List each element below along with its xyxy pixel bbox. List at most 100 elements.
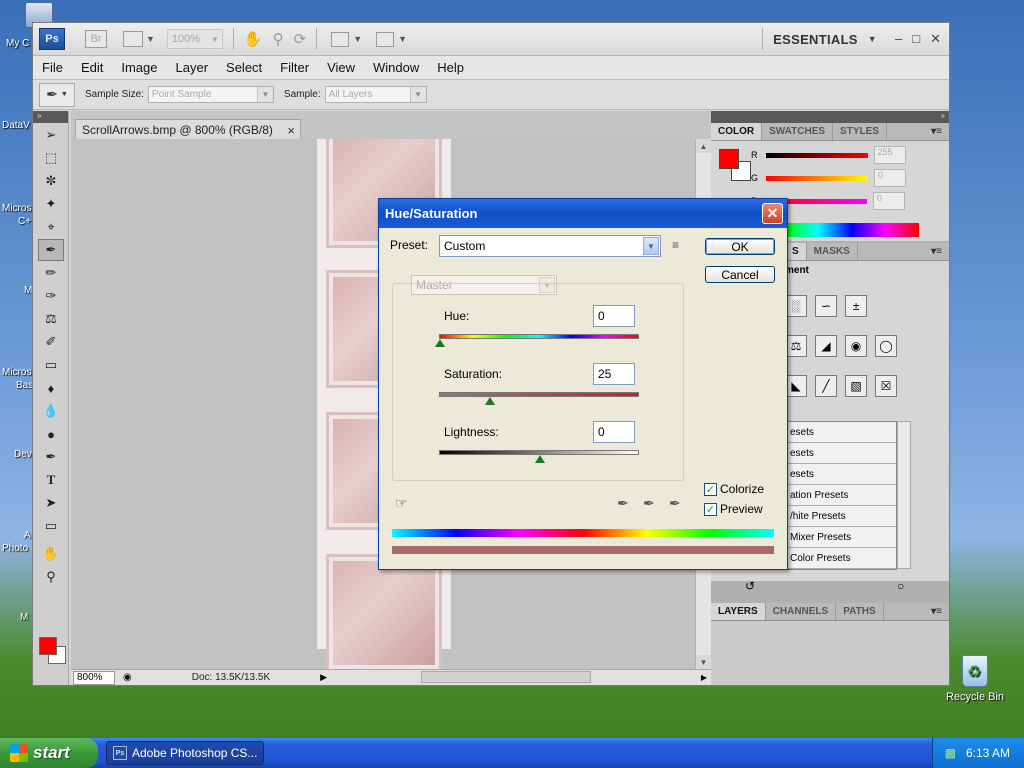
lightness-input[interactable]: 0 [593, 421, 635, 443]
channel-mixer-icon[interactable]: ◯ [875, 335, 897, 357]
sample-select[interactable]: All Layers ▼ [324, 86, 427, 103]
hand-tool[interactable]: ✋ [38, 543, 64, 565]
list-item[interactable]: /hite Presets [786, 506, 896, 527]
screen-mode-button[interactable]: ▼ [376, 28, 407, 50]
minimize-button[interactable]: – [895, 31, 902, 47]
list-item[interactable]: Color Presets [786, 548, 896, 569]
close-icon[interactable]: × [287, 123, 295, 138]
red-slider[interactable] [765, 152, 868, 158]
taskbar-item-photoshop[interactable]: Ps Adobe Photoshop CS... [106, 741, 264, 765]
ok-button[interactable]: OK [705, 238, 775, 255]
healing-tool[interactable]: ✏ [38, 262, 64, 284]
exposure-icon[interactable]: ± [845, 295, 867, 317]
workspace-switcher[interactable]: ESSENTIALS ▼ [752, 28, 877, 50]
tab-swatches[interactable]: SWATCHES [762, 123, 834, 140]
dodge-tool[interactable]: ● [38, 423, 64, 445]
shape-tool[interactable]: ▭ [38, 515, 64, 537]
eyedropper-minus-icon[interactable]: ✒ [669, 495, 681, 512]
view-extras-button[interactable]: ▼ [123, 28, 155, 50]
lasso-tool[interactable]: ✼ [38, 170, 64, 192]
selective-color-icon[interactable]: ☒ [875, 375, 897, 397]
panel-collapse-grip[interactable]: » [33, 111, 68, 123]
brush-tool[interactable]: ✑ [38, 285, 64, 307]
list-item[interactable]: esets [786, 422, 896, 443]
tab-paths[interactable]: PATHS [836, 603, 884, 620]
status-info-icon[interactable]: ◉ [123, 672, 132, 683]
lightness-slider-thumb[interactable] [535, 455, 545, 463]
dialog-title-bar[interactable]: Hue/Saturation ✕ [379, 199, 787, 228]
green-slider[interactable] [766, 175, 869, 181]
return-to-list-icon[interactable]: ↺ [745, 579, 755, 593]
panel-menu-icon[interactable]: ▾≡ [924, 603, 949, 620]
gradient-map-icon[interactable]: ▧ [845, 375, 867, 397]
blur-tool[interactable]: 💧 [38, 400, 64, 422]
menu-image[interactable]: Image [112, 60, 166, 75]
saturation-input[interactable]: 25 [593, 363, 635, 385]
red-value[interactable]: 255 [873, 146, 906, 164]
panel-collapse-grip[interactable]: » [711, 111, 949, 123]
hue-slider-thumb[interactable] [435, 339, 445, 347]
scroll-down-icon[interactable]: ▼ [696, 655, 711, 669]
maximize-button[interactable]: □ [912, 31, 920, 47]
clone-stamp-tool[interactable]: ⚖ [38, 308, 64, 330]
path-selection-tool[interactable]: ➤ [38, 492, 64, 514]
menu-select[interactable]: Select [217, 60, 271, 75]
zoom-tool[interactable]: ⚲ [38, 566, 64, 588]
colorize-checkbox[interactable]: ✓ Colorize [704, 482, 764, 496]
bridge-button[interactable]: Br [85, 30, 107, 48]
zoom-tool-icon[interactable]: ⚲ [273, 30, 284, 48]
foreground-color-swatch[interactable] [39, 637, 57, 655]
menu-edit[interactable]: Edit [72, 60, 112, 75]
balance-icon[interactable]: ⚖ [785, 335, 807, 357]
status-menu-arrow-icon[interactable]: ▶ [320, 672, 327, 683]
tab-color[interactable]: COLOR [711, 123, 763, 140]
scroll-right-icon[interactable]: ▶ [701, 673, 707, 682]
panel-menu-icon[interactable]: ▾≡ [924, 243, 949, 260]
quick-select-tool[interactable]: ✦ [38, 193, 64, 215]
list-item[interactable]: ation Presets [786, 485, 896, 506]
list-item[interactable]: esets [786, 443, 896, 464]
panel-menu-icon[interactable]: ▾≡ [924, 123, 949, 140]
horizontal-scroll-thumb[interactable] [421, 671, 591, 683]
eyedropper-tool[interactable]: ✒ [38, 239, 64, 261]
threshold-icon[interactable]: ╱ [815, 375, 837, 397]
photo-filter-icon[interactable]: ◉ [845, 335, 867, 357]
preview-checkbox[interactable]: ✓ Preview [704, 502, 763, 516]
curves-icon[interactable]: ∽ [815, 295, 837, 317]
document-tab[interactable]: ScrollArrows.bmp @ 800% (RGB/8) × [75, 119, 301, 140]
eraser-tool[interactable]: ▭ [38, 354, 64, 376]
menu-view[interactable]: View [318, 60, 364, 75]
zoom-level-select[interactable]: 100% ▼ [166, 29, 223, 49]
type-tool[interactable]: T [38, 469, 64, 491]
list-item[interactable]: Mixer Presets [786, 527, 896, 548]
cancel-button[interactable]: Cancel [705, 266, 775, 283]
menu-filter[interactable]: Filter [271, 60, 318, 75]
saturation-slider-thumb[interactable] [485, 397, 495, 405]
status-zoom-field[interactable]: 800% [73, 670, 115, 685]
foreground-color-swatch[interactable] [719, 149, 739, 169]
hue-slider[interactable] [439, 334, 639, 339]
levels-icon[interactable]: ░ [785, 295, 807, 317]
rotate-view-icon[interactable]: ⟳ [294, 30, 307, 48]
menu-file[interactable]: File [33, 60, 72, 75]
dialog-close-button[interactable]: ✕ [762, 203, 783, 224]
saturation-slider[interactable] [439, 392, 639, 397]
scroll-up-icon[interactable]: ▲ [696, 139, 711, 153]
network-icon[interactable]: ▩ [945, 746, 956, 760]
history-brush-tool[interactable]: ✐ [38, 331, 64, 353]
tool-preset-picker[interactable]: ✒ ▼ [39, 82, 75, 107]
menu-window[interactable]: Window [364, 60, 428, 75]
hue-input[interactable]: 0 [593, 305, 635, 327]
crop-tool[interactable]: ⌖ [38, 216, 64, 238]
arrange-documents-button[interactable]: ▼ [331, 28, 362, 50]
black-white-icon[interactable]: ◢ [815, 335, 837, 357]
tab-channels[interactable]: CHANNELS [766, 603, 837, 620]
clip-layer-icon[interactable]: ○ [897, 579, 904, 593]
eyedropper-plus-icon[interactable]: ✒ [643, 495, 655, 512]
presets-scrollbar[interactable] [897, 421, 911, 569]
pen-tool[interactable]: ✒ [38, 446, 64, 468]
move-tool[interactable]: ➢ [38, 124, 64, 146]
menu-help[interactable]: Help [428, 60, 473, 75]
hand-tool-icon[interactable]: ✋ [244, 30, 263, 48]
targeted-adjustment-icon[interactable]: ☞ [395, 495, 408, 512]
